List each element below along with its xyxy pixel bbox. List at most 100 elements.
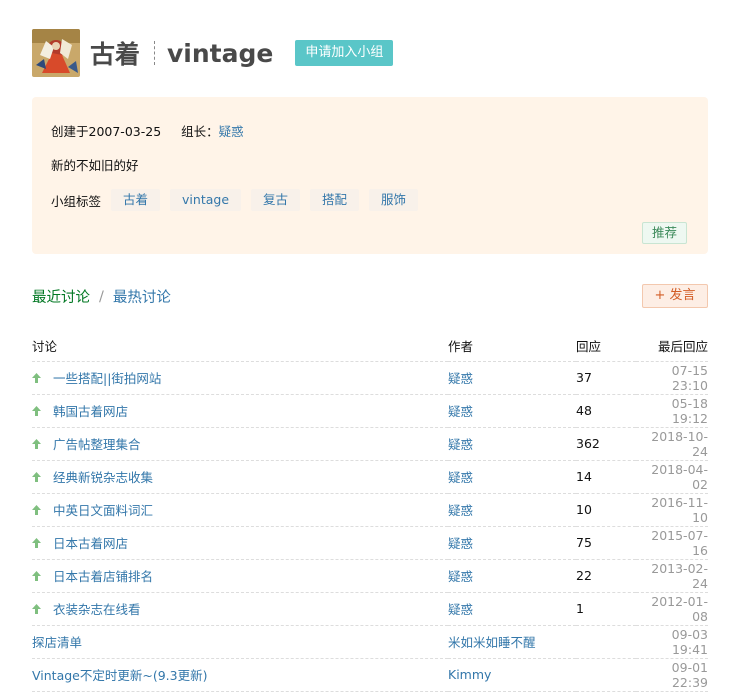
author-cell: Kimmy	[448, 658, 576, 692]
topic-link[interactable]: 日本古着店铺排名	[53, 569, 153, 584]
table-row: Vintage不定时更新~(9.3更新) Kimmy 09-01 22:39	[32, 658, 708, 692]
tag-item[interactable]: 复古	[251, 189, 301, 211]
up-arrow-icon	[32, 439, 44, 452]
author-link[interactable]: 疑惑	[448, 569, 473, 584]
table-row: 衣装杂志在线看 疑惑 1 2012-01-08	[32, 592, 708, 626]
last-reply-time: 2013-02-24	[636, 559, 708, 593]
tab-recent[interactable]: 最近讨论	[32, 286, 90, 307]
reply-count: 37	[576, 361, 636, 395]
last-reply-time: 09-03 19:41	[636, 625, 708, 659]
column-header-topic: 讨论	[32, 330, 448, 362]
last-reply-time: 09-01 22:39	[636, 658, 708, 692]
table-row: 广告帖整理集合 疑惑 362 2018-10-24	[32, 427, 708, 461]
last-reply-time: 2018-10-24	[636, 427, 708, 461]
reply-count	[576, 658, 636, 692]
table-row: 日本古着店铺排名 疑惑 22 2013-02-24	[32, 559, 708, 593]
last-reply-time: 2015-07-16	[636, 526, 708, 560]
topic-link[interactable]: 衣装杂志在线看	[53, 602, 141, 617]
author-cell: 疑惑	[448, 592, 576, 626]
last-reply-time: 07-15 23:10	[636, 361, 708, 395]
tag-item[interactable]: 搭配	[310, 189, 360, 211]
tag-item[interactable]: vintage	[170, 189, 242, 211]
topic-link[interactable]: 广告帖整理集合	[53, 437, 141, 452]
reply-count: 14	[576, 460, 636, 494]
column-header-last-reply: 最后回应	[636, 330, 708, 362]
table-row: 一些搭配||街拍网站 疑惑 37 07-15 23:10	[32, 361, 708, 395]
group-info-box: 创建于2007-03-25 组长：疑惑 新的不如旧的好 小组标签 古着 vint…	[32, 97, 708, 254]
topic-link[interactable]: 一些搭配||街拍网站	[53, 371, 161, 386]
tab-hot[interactable]: 最热讨论	[113, 286, 171, 307]
column-header-author: 作者	[448, 330, 576, 362]
tag-item[interactable]: 古着	[111, 189, 161, 211]
join-group-button[interactable]: 申请加入小组	[295, 40, 394, 66]
topic-link[interactable]: 经典新锐杂志收集	[53, 470, 153, 485]
reply-count: 22	[576, 559, 636, 593]
group-description: 新的不如旧的好	[51, 158, 139, 173]
topic-cell: 衣装杂志在线看	[32, 592, 448, 626]
discussion-table: 讨论 作者 回应 最后回应 一些搭配||街拍网站 疑惑 37 07-15 23:10 韩…	[32, 330, 708, 692]
group-avatar-image	[32, 29, 80, 77]
topic-link[interactable]: Vintage不定时更新~(9.3更新)	[32, 668, 207, 683]
group-name-en: vintage	[167, 38, 274, 68]
topic-link[interactable]: 探店清单	[32, 635, 82, 650]
author-link[interactable]: 疑惑	[448, 404, 473, 419]
group-title: 古着 vintage	[90, 35, 273, 71]
topic-cell: 探店清单	[32, 625, 448, 659]
reply-count: 48	[576, 394, 636, 428]
author-link[interactable]: 疑惑	[448, 371, 473, 386]
up-arrow-icon	[32, 571, 44, 584]
topic-link[interactable]: 韩国古着网店	[53, 404, 128, 419]
last-reply-time: 2016-11-10	[636, 493, 708, 527]
table-row: 探店清单 米如米如睡不醒 09-03 19:41	[32, 625, 708, 659]
discussion-tabs: 最近讨论 / 最热讨论	[32, 286, 171, 307]
group-meta: 创建于2007-03-25 组长：疑惑	[51, 121, 244, 140]
author-link[interactable]: 疑惑	[448, 503, 473, 518]
owner-label: 组长：	[181, 124, 219, 139]
last-reply-time: 2018-04-02	[636, 460, 708, 494]
author-link[interactable]: 疑惑	[448, 437, 473, 452]
new-post-button[interactable]: + 发言	[642, 284, 708, 308]
author-cell: 疑惑	[448, 559, 576, 593]
table-row: 韩国古着网店 疑惑 48 05-18 19:12	[32, 394, 708, 428]
reply-count	[576, 625, 636, 659]
author-cell: 米如米如睡不醒	[448, 625, 576, 659]
topic-link[interactable]: 中英日文面料词汇	[53, 503, 153, 518]
table-row: 中英日文面料词汇 疑惑 10 2016-11-10	[32, 493, 708, 527]
last-reply-time: 2012-01-08	[636, 592, 708, 626]
table-row: 日本古着网店 疑惑 75 2015-07-16	[32, 526, 708, 560]
last-reply-time: 05-18 19:12	[636, 394, 708, 428]
topic-cell: 一些搭配||街拍网站	[32, 361, 448, 395]
group-avatar[interactable]	[32, 29, 80, 77]
author-link[interactable]: 米如米如睡不醒	[448, 635, 536, 650]
author-link[interactable]: 疑惑	[448, 470, 473, 485]
up-arrow-icon	[32, 604, 44, 617]
owner-link[interactable]: 疑惑	[219, 124, 244, 139]
topic-cell: Vintage不定时更新~(9.3更新)	[32, 658, 448, 692]
recommend-button[interactable]: 推荐	[641, 222, 687, 244]
topic-cell: 经典新锐杂志收集	[32, 460, 448, 494]
group-tags: 小组标签 古着 vintage 复古 搭配 服饰	[51, 189, 428, 211]
up-arrow-icon	[32, 538, 44, 551]
author-link[interactable]: 疑惑	[448, 536, 473, 551]
table-header-row: 讨论 作者 回应 最后回应	[32, 330, 708, 362]
tab-separator: /	[99, 288, 104, 305]
author-cell: 疑惑	[448, 394, 576, 428]
author-cell: 疑惑	[448, 427, 576, 461]
topic-cell: 日本古着店铺排名	[32, 559, 448, 593]
table-row: 经典新锐杂志收集 疑惑 14 2018-04-02	[32, 460, 708, 494]
tag-item[interactable]: 服饰	[369, 189, 419, 211]
topic-link[interactable]: 日本古着网店	[53, 536, 128, 551]
created-date: 创建于2007-03-25	[51, 124, 162, 139]
author-link[interactable]: 疑惑	[448, 602, 473, 617]
topic-cell: 韩国古着网店	[32, 394, 448, 428]
topic-cell: 广告帖整理集合	[32, 427, 448, 461]
author-link[interactable]: Kimmy	[448, 667, 491, 682]
group-name: 古着	[90, 40, 141, 69]
up-arrow-icon	[32, 406, 44, 419]
author-cell: 疑惑	[448, 460, 576, 494]
author-cell: 疑惑	[448, 361, 576, 395]
reply-count: 75	[576, 526, 636, 560]
up-arrow-icon	[32, 373, 44, 386]
topic-cell: 日本古着网店	[32, 526, 448, 560]
up-arrow-icon	[32, 472, 44, 485]
